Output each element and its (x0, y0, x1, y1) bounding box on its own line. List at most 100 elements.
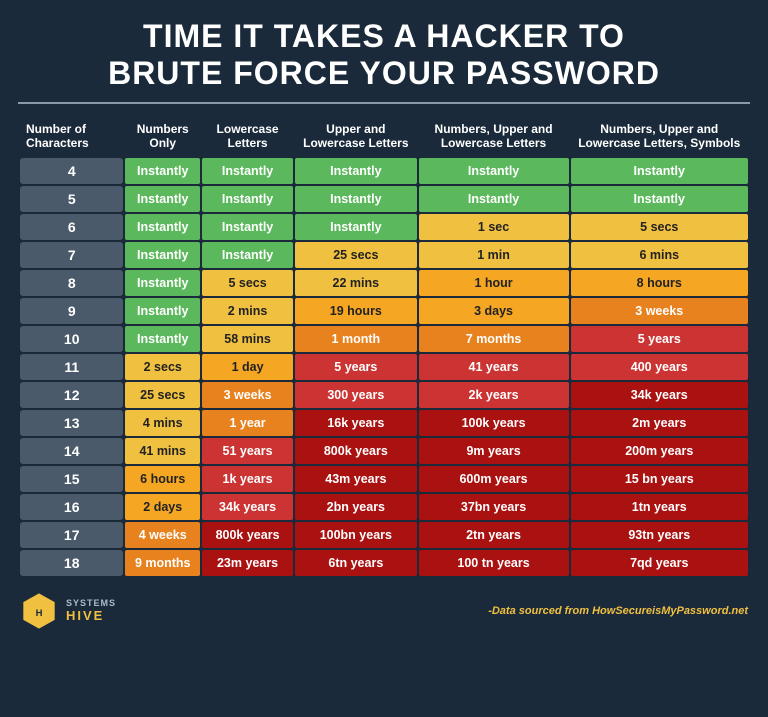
cell-chars: 10 (20, 326, 123, 352)
cell-7-2: 5 years (295, 354, 416, 380)
password-table: Number of Characters Numbers Only Lowerc… (18, 114, 750, 579)
cell-14-1: 23m years (202, 550, 293, 576)
cell-1-3: Instantly (419, 186, 569, 212)
col-header-all: Numbers, Upper and Lowercase Letters, Sy… (571, 116, 748, 157)
cell-7-1: 1 day (202, 354, 293, 380)
cell-9-3: 100k years (419, 410, 569, 436)
cell-3-3: 1 min (419, 242, 569, 268)
cell-chars: 6 (20, 214, 123, 240)
table-row: 8Instantly5 secs22 mins1 hour8 hours (20, 270, 748, 296)
cell-13-2: 100bn years (295, 522, 416, 548)
logo-brand: HIVE (66, 609, 116, 623)
cell-3-4: 6 mins (571, 242, 748, 268)
source-credit: -Data sourced from HowSecureisMyPassword… (488, 605, 748, 617)
cell-2-2: Instantly (295, 214, 416, 240)
cell-3-1: Instantly (202, 242, 293, 268)
cell-4-4: 8 hours (571, 270, 748, 296)
cell-5-0: Instantly (125, 298, 200, 324)
cell-0-1: Instantly (202, 158, 293, 184)
cell-14-2: 6tn years (295, 550, 416, 576)
table-row: 4InstantlyInstantlyInstantlyInstantlyIns… (20, 158, 748, 184)
cell-1-0: Instantly (125, 186, 200, 212)
col-header-numbers: Numbers Only (125, 116, 200, 157)
cell-10-2: 800k years (295, 438, 416, 464)
table-row: 1225 secs3 weeks300 years2k years34k yea… (20, 382, 748, 408)
cell-chars: 7 (20, 242, 123, 268)
cell-11-3: 600m years (419, 466, 569, 492)
cell-11-0: 6 hours (125, 466, 200, 492)
table-row: 9Instantly2 mins19 hours3 days3 weeks (20, 298, 748, 324)
cell-14-0: 9 months (125, 550, 200, 576)
cell-14-3: 100 tn years (419, 550, 569, 576)
cell-6-4: 5 years (571, 326, 748, 352)
table-row: 134 mins1 year16k years100k years2m year… (20, 410, 748, 436)
table-row: 156 hours1k years43m years600m years15 b… (20, 466, 748, 492)
cell-0-2: Instantly (295, 158, 416, 184)
cell-0-0: Instantly (125, 158, 200, 184)
cell-4-2: 22 mins (295, 270, 416, 296)
cell-10-0: 41 mins (125, 438, 200, 464)
cell-3-0: Instantly (125, 242, 200, 268)
cell-12-2: 2bn years (295, 494, 416, 520)
cell-7-4: 400 years (571, 354, 748, 380)
cell-11-1: 1k years (202, 466, 293, 492)
cell-2-1: Instantly (202, 214, 293, 240)
cell-13-0: 4 weeks (125, 522, 200, 548)
cell-9-2: 16k years (295, 410, 416, 436)
cell-chars: 18 (20, 550, 123, 576)
cell-chars: 9 (20, 298, 123, 324)
cell-13-3: 2tn years (419, 522, 569, 548)
cell-9-0: 4 mins (125, 410, 200, 436)
cell-2-3: 1 sec (419, 214, 569, 240)
cell-8-0: 25 secs (125, 382, 200, 408)
cell-chars: 16 (20, 494, 123, 520)
cell-5-2: 19 hours (295, 298, 416, 324)
cell-0-4: Instantly (571, 158, 748, 184)
cell-chars: 13 (20, 410, 123, 436)
cell-chars: 11 (20, 354, 123, 380)
cell-7-3: 41 years (419, 354, 569, 380)
col-header-num-upper-lower: Numbers, Upper and Lowercase Letters (419, 116, 569, 157)
table-row: 112 secs1 day5 years41 years400 years (20, 354, 748, 380)
cell-1-1: Instantly (202, 186, 293, 212)
col-header-lower: Lowercase Letters (202, 116, 293, 157)
cell-11-2: 43m years (295, 466, 416, 492)
cell-6-3: 7 months (419, 326, 569, 352)
table-row: 5InstantlyInstantlyInstantlyInstantlyIns… (20, 186, 748, 212)
cell-4-0: Instantly (125, 270, 200, 296)
svg-text:H: H (36, 608, 43, 619)
cell-13-1: 800k years (202, 522, 293, 548)
cell-chars: 8 (20, 270, 123, 296)
cell-5-4: 3 weeks (571, 298, 748, 324)
cell-chars: 14 (20, 438, 123, 464)
col-header-upper-lower: Upper and Lowercase Letters (295, 116, 416, 157)
cell-chars: 4 (20, 158, 123, 184)
cell-8-3: 2k years (419, 382, 569, 408)
table-row: 162 days34k years2bn years37bn years1tn … (20, 494, 748, 520)
cell-8-1: 3 weeks (202, 382, 293, 408)
logo-icon: H (20, 592, 58, 630)
cell-12-4: 1tn years (571, 494, 748, 520)
cell-8-4: 34k years (571, 382, 748, 408)
cell-6-1: 58 mins (202, 326, 293, 352)
cell-12-1: 34k years (202, 494, 293, 520)
cell-4-1: 5 secs (202, 270, 293, 296)
cell-chars: 12 (20, 382, 123, 408)
table-row: 1441 mins51 years800k years9m years200m … (20, 438, 748, 464)
cell-4-3: 1 hour (419, 270, 569, 296)
cell-1-4: Instantly (571, 186, 748, 212)
logo: H SYSTEMS HIVE (20, 592, 116, 630)
cell-8-2: 300 years (295, 382, 416, 408)
cell-0-3: Instantly (419, 158, 569, 184)
cell-chars: 17 (20, 522, 123, 548)
table-row: 6InstantlyInstantlyInstantly1 sec5 secs (20, 214, 748, 240)
cell-14-4: 7qd years (571, 550, 748, 576)
cell-12-3: 37bn years (419, 494, 569, 520)
cell-5-1: 2 mins (202, 298, 293, 324)
cell-10-4: 200m years (571, 438, 748, 464)
main-title: TIME IT TAKES A HACKER TO BRUTE FORCE YO… (18, 18, 750, 92)
table-row: 174 weeks800k years100bn years2tn years9… (20, 522, 748, 548)
cell-chars: 5 (20, 186, 123, 212)
logo-text: SYSTEMS HIVE (66, 599, 116, 623)
cell-2-4: 5 secs (571, 214, 748, 240)
